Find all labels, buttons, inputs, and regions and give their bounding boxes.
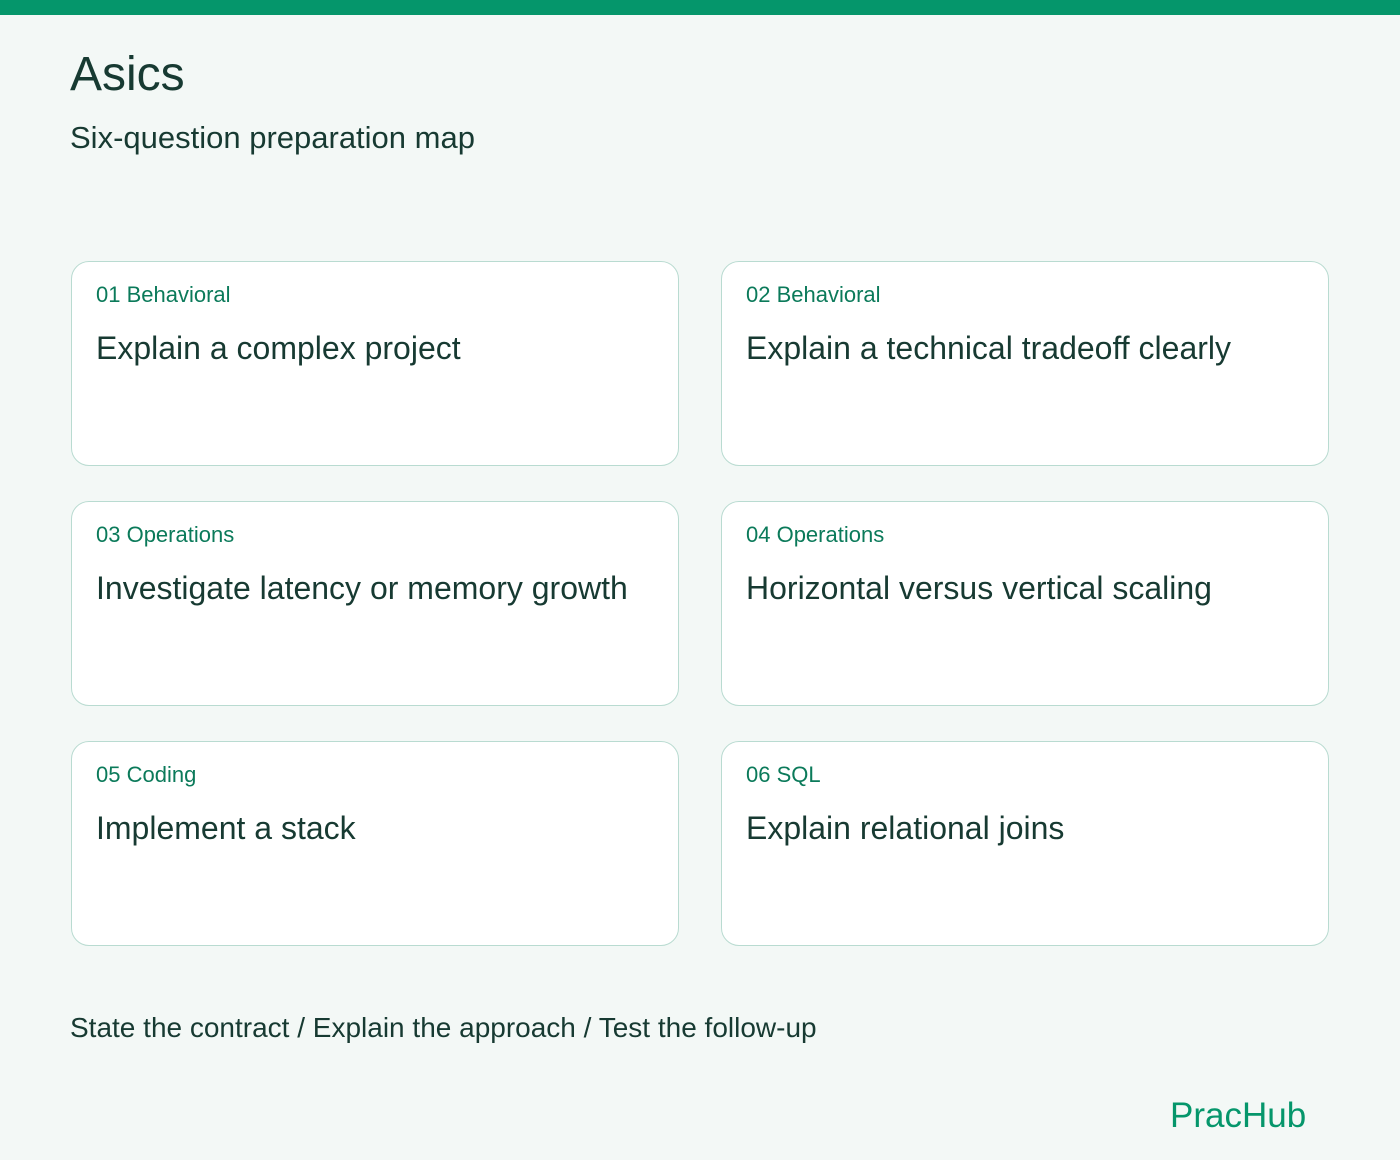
top-accent-bar: [0, 0, 1400, 15]
question-title: Implement a stack: [96, 810, 356, 846]
page-subtitle: Six-question preparation map: [70, 120, 475, 155]
question-category-label: 04 Operations: [746, 522, 885, 547]
question-category-label: 01 Behavioral: [96, 282, 231, 307]
question-category-label: 03 Operations: [96, 522, 235, 547]
question-card-3[interactable]: 03 Operations Investigate latency or mem…: [71, 501, 679, 706]
footer-guidance-text: State the contract / Explain the approac…: [70, 1012, 817, 1043]
question-card-5[interactable]: 05 Coding Implement a stack: [71, 741, 679, 946]
question-title: Investigate latency or memory growth: [96, 570, 628, 606]
question-title: Explain relational joins: [746, 810, 1065, 846]
question-title: Explain a complex project: [96, 330, 461, 366]
question-category-label: 06 SQL: [746, 762, 821, 787]
question-card-1[interactable]: 01 Behavioral Explain a complex project: [71, 261, 679, 466]
question-title: Explain a technical tradeoff clearly: [746, 330, 1232, 366]
brand-logo: PracHub: [1170, 1096, 1307, 1135]
question-category-label: 05 Coding: [96, 762, 197, 787]
question-card-2[interactable]: 02 Behavioral Explain a technical tradeo…: [721, 261, 1329, 466]
question-title: Horizontal versus vertical scaling: [746, 570, 1212, 606]
question-card-6[interactable]: 06 SQL Explain relational joins: [721, 741, 1329, 946]
question-category-label: 02 Behavioral: [746, 282, 881, 307]
question-card-4[interactable]: 04 Operations Horizontal versus vertical…: [721, 501, 1329, 706]
page-title: Asics: [70, 48, 185, 101]
